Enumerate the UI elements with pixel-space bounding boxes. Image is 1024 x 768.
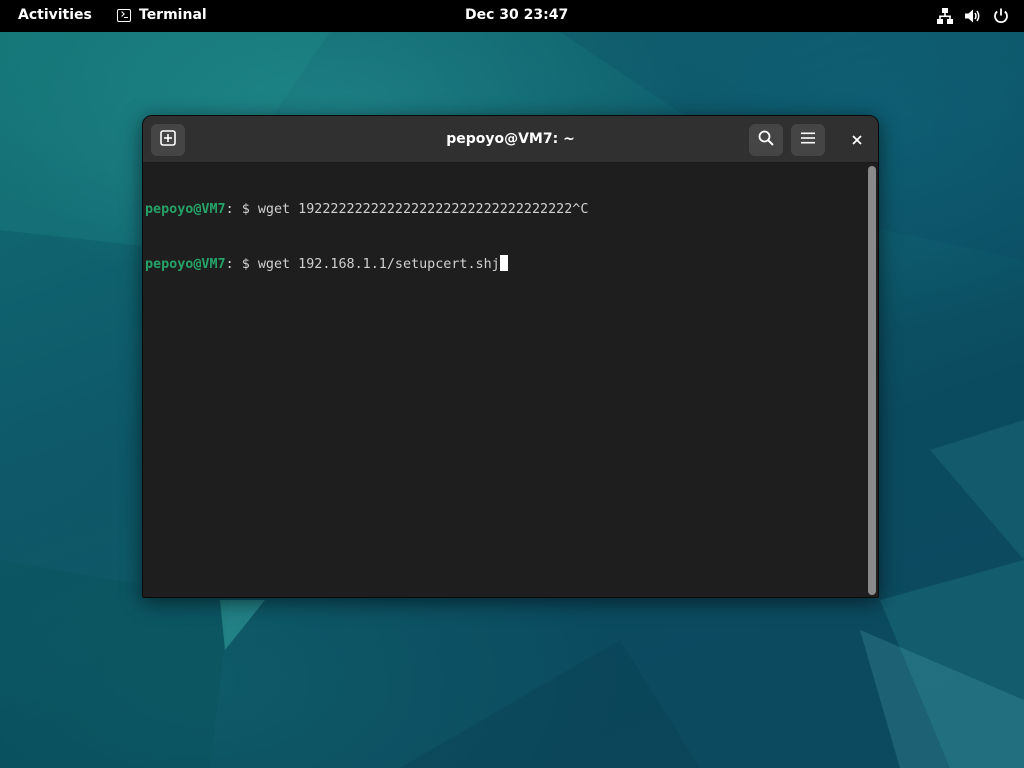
activities-button[interactable]: Activities [18,7,92,23]
volume-icon[interactable] [964,7,982,25]
terminal-line: pepoyo@VM7: $ wget 192222222222222222222… [145,201,865,219]
prompt-cwd [234,202,242,217]
close-button[interactable] [841,124,873,156]
prompt-separator: : [225,257,234,272]
power-icon[interactable] [992,7,1010,25]
close-icon [851,131,863,150]
command-text: wget 1922222222222222222222222222222222^… [257,202,589,217]
terminal-window[interactable]: pepoyo@VM7: ~ pepoyo@VM7: $ wget 1922222… [142,115,879,598]
clock[interactable]: Dec 30 23:47 [465,7,568,23]
scrollbar-thumb[interactable] [868,166,876,595]
header-bar[interactable]: pepoyo@VM7: ~ [143,116,878,163]
app-menu-button[interactable]: Terminal [117,7,207,23]
search-icon [758,130,774,150]
prompt-separator: : [225,202,234,217]
text-cursor [499,255,508,271]
terminal-icon [117,8,131,22]
terminal-line: pepoyo@VM7: $ wget 192.168.1.1/setupcert… [145,255,865,273]
command-input[interactable]: wget 192.168.1.1/setupcert.shj [258,257,500,272]
main-menu-button[interactable] [791,124,825,156]
prompt-cwd [234,257,242,272]
app-name: Terminal [139,7,207,23]
scrollbar[interactable] [867,166,877,596]
search-button[interactable] [749,124,783,156]
prompt-symbol: $ [241,202,250,217]
hamburger-menu-icon [800,130,816,150]
network-icon[interactable] [936,7,954,25]
prompt-user: pepoyo@VM7 [145,202,226,217]
prompt-user: pepoyo@VM7 [145,257,226,272]
top-bar: Activities Terminal Dec 30 23:47 [0,0,1024,32]
prompt-symbol: $ [241,257,250,272]
system-tray[interactable] [936,7,1010,25]
terminal-output[interactable]: pepoyo@VM7: $ wget 192222222222222222222… [143,163,865,597]
